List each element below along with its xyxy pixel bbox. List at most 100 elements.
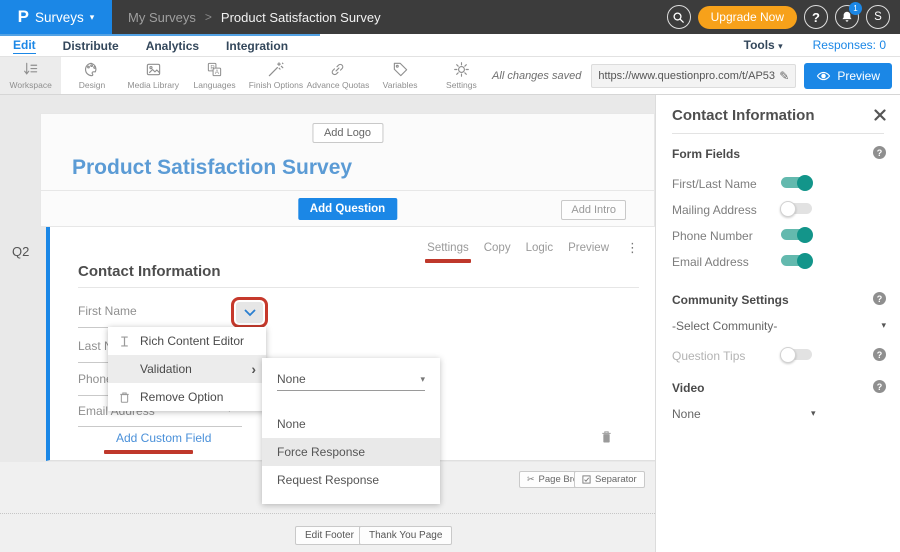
top-bar: P Surveys ▾ My Surveys > Product Satisfa… bbox=[0, 0, 900, 34]
help-icon[interactable]: ? bbox=[873, 348, 886, 361]
top-actions: Upgrade Now ? 1 S bbox=[667, 0, 900, 34]
toggle-knob bbox=[780, 201, 796, 217]
toggle-knob bbox=[797, 175, 813, 191]
responses-count[interactable]: Responses: 0 bbox=[813, 38, 886, 52]
toggle-mailing-address[interactable] bbox=[781, 203, 812, 214]
translate-icon: RA bbox=[206, 61, 223, 78]
separator-label: Separator bbox=[595, 474, 637, 485]
toggle-first-last-name[interactable] bbox=[781, 177, 812, 188]
toolbar-finish-options[interactable]: Finish Options bbox=[245, 57, 306, 94]
toolbar-workspace[interactable]: Workspace bbox=[0, 57, 61, 94]
toolbar-item-label: Advance Quotas bbox=[307, 80, 370, 90]
close-icon[interactable] bbox=[874, 108, 886, 126]
menu-item-label: Validation bbox=[140, 362, 192, 376]
add-custom-field-link[interactable]: Add Custom Field bbox=[116, 431, 211, 445]
search-button[interactable] bbox=[667, 5, 691, 29]
chevron-down-icon[interactable]: ▾ bbox=[811, 408, 816, 419]
toolbar-design[interactable]: Design bbox=[61, 57, 122, 94]
toggle-phone-number[interactable] bbox=[781, 229, 812, 240]
preview-button[interactable]: Preview bbox=[804, 63, 892, 89]
toggle-label-phone-number: Phone Number bbox=[672, 229, 753, 243]
toolbar-item-label: Media Library bbox=[128, 80, 180, 90]
divider bbox=[78, 287, 639, 288]
question-title[interactable]: Contact Information bbox=[78, 263, 221, 280]
add-intro-button[interactable]: Add Intro bbox=[561, 200, 626, 220]
tools-label: Tools bbox=[744, 38, 775, 52]
toolbar-settings[interactable]: Settings bbox=[431, 57, 492, 94]
validation-option-none[interactable]: None bbox=[262, 410, 440, 438]
survey-title[interactable]: Product Satisfaction Survey bbox=[72, 156, 352, 180]
account-avatar[interactable]: S bbox=[866, 5, 890, 29]
breadcrumb-my-surveys[interactable]: My Surveys bbox=[128, 10, 196, 25]
field-options-chevron-button[interactable] bbox=[236, 302, 263, 323]
question-settings-sidebar: Contact Information Form Fields ? First/… bbox=[655, 95, 900, 552]
toolbar-item-label: Languages bbox=[194, 80, 236, 90]
select-community-dropdown[interactable]: -Select Community- bbox=[672, 319, 777, 333]
subnav-right: Tools ▾ Responses: 0 bbox=[744, 38, 886, 52]
questionpro-survey-editor: P Surveys ▾ My Surveys > Product Satisfa… bbox=[0, 0, 900, 552]
question-actions: Settings Copy Logic Preview ⋮ bbox=[427, 240, 639, 256]
toolbar-right: All changes saved ✎ Preview bbox=[492, 57, 900, 94]
question-action-logic[interactable]: Logic bbox=[526, 242, 554, 254]
video-dropdown[interactable]: None bbox=[672, 407, 701, 421]
validation-select[interactable]: None ▾ bbox=[277, 368, 425, 391]
notification-badge: 1 bbox=[849, 2, 862, 15]
divider bbox=[41, 190, 654, 191]
toggle-knob bbox=[797, 253, 813, 269]
help-button[interactable]: ? bbox=[804, 5, 828, 29]
toolbar-languages[interactable]: RA Languages bbox=[184, 57, 245, 94]
edit-url-pencil-icon[interactable]: ✎ bbox=[779, 69, 789, 83]
tools-dropdown[interactable]: Tools ▾ bbox=[744, 38, 783, 52]
toolbar-media-library[interactable]: Media Library bbox=[123, 57, 184, 94]
question-action-preview[interactable]: Preview bbox=[568, 242, 609, 254]
add-logo-button[interactable]: Add Logo bbox=[312, 123, 383, 143]
breadcrumb: My Surveys > Product Satisfaction Survey bbox=[112, 0, 667, 34]
chevron-down-icon: ▾ bbox=[90, 13, 95, 22]
question-action-settings[interactable]: Settings bbox=[427, 242, 469, 254]
scissors-icon: ✂ bbox=[527, 475, 535, 484]
tab-distribute[interactable]: Distribute bbox=[63, 37, 119, 53]
trash-icon bbox=[118, 391, 131, 404]
chevron-down-icon[interactable]: ▾ bbox=[881, 320, 886, 331]
product-switcher[interactable]: P Surveys ▾ bbox=[0, 0, 112, 34]
workspace-list-icon bbox=[22, 61, 39, 78]
menu-item-validation[interactable]: Validation › bbox=[108, 355, 266, 383]
separator-button[interactable]: Separator bbox=[574, 471, 645, 488]
thank-you-page-button[interactable]: Thank You Page bbox=[359, 526, 452, 545]
question-action-copy[interactable]: Copy bbox=[484, 242, 511, 254]
product-label: Surveys bbox=[35, 10, 84, 25]
question-mark-icon: ? bbox=[812, 10, 820, 25]
edit-footer-button[interactable]: Edit Footer bbox=[295, 526, 364, 545]
notifications-button[interactable]: 1 bbox=[835, 5, 859, 29]
delete-question-trash-icon[interactable] bbox=[600, 430, 613, 449]
menu-item-remove-option[interactable]: Remove Option bbox=[108, 383, 266, 411]
add-question-button[interactable]: Add Question bbox=[298, 198, 397, 220]
help-icon[interactable]: ? bbox=[873, 380, 886, 393]
toolbar-advance-quotas[interactable]: Advance Quotas bbox=[307, 57, 370, 94]
help-icon[interactable]: ? bbox=[873, 146, 886, 159]
tab-analytics[interactable]: Analytics bbox=[146, 37, 199, 53]
validation-submenu-panel: None ▾ None Force Response Request Respo… bbox=[262, 358, 440, 504]
field-label-first-name[interactable]: First Name bbox=[78, 304, 137, 318]
tab-edit[interactable]: Edit bbox=[13, 36, 36, 54]
validation-option-request-response[interactable]: Request Response bbox=[262, 466, 440, 494]
checkbox-icon bbox=[582, 475, 591, 484]
validation-option-force-response[interactable]: Force Response bbox=[262, 438, 440, 466]
tab-integration[interactable]: Integration bbox=[226, 37, 288, 53]
field-context-menu: Rich Content Editor Validation › Remove … bbox=[108, 327, 266, 411]
toolbar-variables[interactable]: Variables bbox=[369, 57, 430, 94]
community-settings-heading: Community Settings bbox=[672, 293, 789, 307]
upgrade-now-button[interactable]: Upgrade Now bbox=[698, 6, 797, 29]
kebab-menu-icon[interactable]: ⋮ bbox=[626, 240, 639, 256]
toolbar-item-label: Workspace bbox=[9, 80, 51, 90]
form-fields-heading: Form Fields bbox=[672, 147, 740, 161]
toggle-question-tips[interactable] bbox=[781, 349, 812, 360]
survey-url-input[interactable] bbox=[598, 70, 775, 82]
help-icon[interactable]: ? bbox=[873, 292, 886, 305]
menu-item-label: Rich Content Editor bbox=[140, 334, 244, 348]
palette-icon bbox=[83, 61, 100, 78]
toggle-email-address[interactable] bbox=[781, 255, 812, 266]
survey-header-card: Add Logo Product Satisfaction Survey Add… bbox=[40, 113, 655, 227]
sidebar-title: Contact Information bbox=[672, 107, 815, 124]
menu-item-rich-content-editor[interactable]: Rich Content Editor bbox=[108, 327, 266, 355]
